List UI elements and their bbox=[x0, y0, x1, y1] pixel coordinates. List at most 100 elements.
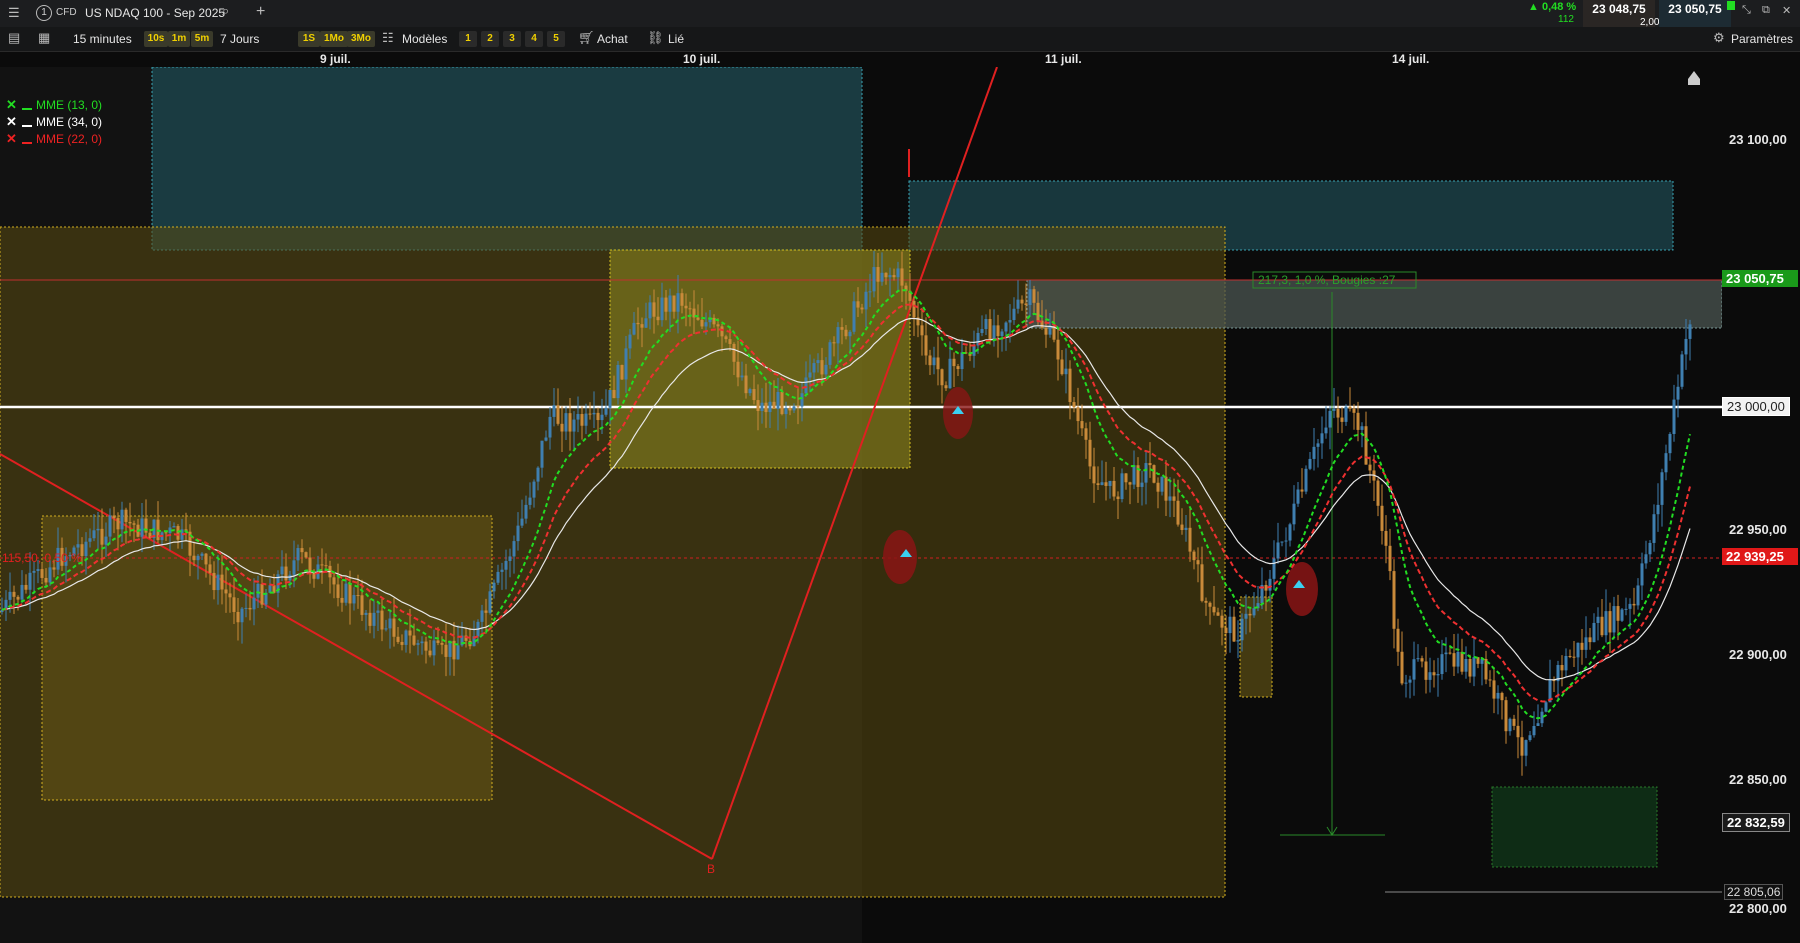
candle-body bbox=[1208, 602, 1212, 607]
home-icon[interactable] bbox=[1688, 71, 1700, 85]
candle-body bbox=[540, 440, 544, 468]
candle-body bbox=[960, 352, 964, 370]
buy-button[interactable]: Achat bbox=[597, 32, 628, 46]
candle-body bbox=[948, 358, 952, 389]
search-icon[interactable]: ⌕ bbox=[222, 3, 229, 19]
candle-body bbox=[1020, 299, 1024, 304]
candle-body bbox=[1352, 408, 1356, 413]
interval-select[interactable]: 15 minutes bbox=[73, 32, 132, 46]
candle-body bbox=[744, 375, 748, 394]
instrument-index[interactable]: 1 bbox=[36, 5, 52, 21]
zone-yellow-small bbox=[1239, 596, 1273, 698]
change-pct: ▲ 0,48 % bbox=[1528, 1, 1577, 13]
candle-body bbox=[616, 364, 620, 399]
price-tick: 22 800,00 bbox=[1729, 901, 1787, 916]
candle-body bbox=[740, 375, 744, 378]
layout-icon[interactable]: ▦ bbox=[38, 30, 50, 46]
candle-body bbox=[36, 569, 40, 571]
candle-body bbox=[388, 618, 392, 629]
candle-body bbox=[324, 565, 328, 567]
remove-indicator-icon[interactable]: ✕ bbox=[5, 98, 18, 111]
linked-button[interactable]: Lié bbox=[668, 32, 684, 46]
remove-indicator-icon[interactable]: ✕ bbox=[5, 132, 18, 145]
legend-item-ema34[interactable]: ✕ MME (34, 0) bbox=[5, 113, 102, 130]
chart-plot[interactable]: ✕ MME (13, 0) ✕ MME (34, 0) ✕ MME (22, 0… bbox=[0, 67, 1722, 943]
ask-button[interactable]: 23 050,75 bbox=[1659, 0, 1731, 27]
close-icon[interactable]: ✕ bbox=[1782, 4, 1791, 17]
candle-body bbox=[768, 401, 772, 413]
quick-range-1s[interactable]: 1S bbox=[298, 31, 320, 47]
candle-body bbox=[580, 414, 584, 426]
candle-body bbox=[352, 595, 356, 604]
candle-body bbox=[1396, 628, 1400, 652]
candle-body bbox=[552, 405, 556, 417]
candle-body bbox=[836, 327, 840, 344]
menu-icon[interactable]: ☰ bbox=[8, 5, 20, 21]
zone-grey-right bbox=[1026, 279, 1722, 329]
candle-body bbox=[20, 584, 24, 600]
candle-body bbox=[528, 497, 532, 505]
quick-range-1mo[interactable]: 1Mo bbox=[320, 31, 348, 47]
candle-body bbox=[1656, 504, 1660, 515]
models-button[interactable]: Modèles bbox=[402, 32, 447, 46]
candle-body bbox=[116, 518, 120, 530]
candle-body bbox=[928, 355, 932, 366]
minimize-icon[interactable]: ⤡ bbox=[1742, 4, 1751, 17]
candle-body bbox=[1252, 608, 1256, 616]
candle-body bbox=[1644, 554, 1648, 564]
candle-body bbox=[1204, 600, 1208, 603]
candle-body bbox=[1628, 603, 1632, 609]
candle-body bbox=[1460, 651, 1464, 672]
candle-body bbox=[748, 389, 752, 394]
candle-body bbox=[1544, 702, 1548, 712]
add-tab-icon[interactable]: + bbox=[256, 3, 265, 21]
price-tick: 23 100,00 bbox=[1729, 132, 1787, 147]
legend-item-ema13[interactable]: ✕ MME (13, 0) bbox=[5, 96, 102, 113]
layout-4-button[interactable]: 4 bbox=[525, 31, 543, 47]
candle-body bbox=[664, 297, 668, 312]
quick-interval-5m[interactable]: 5m bbox=[191, 31, 213, 47]
candle-body bbox=[860, 307, 864, 310]
candle-body bbox=[788, 407, 792, 411]
candle-body bbox=[996, 325, 1000, 337]
legend-item-ema22[interactable]: ✕ MME (22, 0) bbox=[5, 130, 102, 147]
popout-icon[interactable]: ⧉ bbox=[1762, 4, 1770, 17]
candle-body bbox=[1320, 433, 1324, 444]
quick-interval-1m[interactable]: 1m bbox=[168, 31, 190, 47]
candle-body bbox=[372, 612, 376, 626]
layout-5-button[interactable]: 5 bbox=[547, 31, 565, 47]
candle-body bbox=[1568, 655, 1572, 657]
range-select[interactable]: 7 Jours bbox=[220, 32, 259, 46]
layout-1-button[interactable]: 1 bbox=[459, 31, 477, 47]
candle-body bbox=[1572, 656, 1576, 658]
candle-body bbox=[24, 584, 28, 590]
candle-body bbox=[1236, 640, 1240, 642]
candle-body bbox=[1016, 299, 1020, 309]
quick-interval-10s[interactable]: 10s bbox=[144, 31, 168, 47]
instrument-title[interactable]: US NDAQ 100 - Sep 2025 bbox=[85, 6, 225, 20]
remove-indicator-icon[interactable]: ✕ bbox=[5, 115, 18, 128]
candle-body bbox=[296, 548, 300, 561]
candle-body bbox=[596, 412, 600, 421]
candle-body bbox=[1220, 615, 1224, 628]
candle-body bbox=[1284, 540, 1288, 542]
candle-body bbox=[832, 342, 836, 344]
candle-body bbox=[756, 400, 760, 412]
candle-body bbox=[112, 515, 116, 519]
layout-3-button[interactable]: 3 bbox=[503, 31, 521, 47]
list-icon[interactable]: ▤ bbox=[8, 30, 20, 46]
candle-body bbox=[208, 564, 212, 573]
quick-range-3mo[interactable]: 3Mo bbox=[347, 31, 375, 47]
candle-body bbox=[924, 335, 928, 356]
candle-body bbox=[1116, 496, 1120, 500]
candle-body bbox=[1288, 524, 1292, 541]
settings-button[interactable]: Paramètres bbox=[1731, 32, 1793, 46]
cart-icon: 🛒︎ bbox=[578, 30, 595, 45]
candle-body bbox=[1420, 658, 1424, 662]
price-axis[interactable]: 23 100,00 23 050,75 23 000,00 22 950,00 … bbox=[1722, 67, 1800, 943]
layout-2-button[interactable]: 2 bbox=[481, 31, 499, 47]
candle-body bbox=[1368, 464, 1372, 471]
candle-body bbox=[520, 518, 524, 526]
candle-body bbox=[988, 319, 992, 341]
candle-body bbox=[632, 322, 636, 335]
